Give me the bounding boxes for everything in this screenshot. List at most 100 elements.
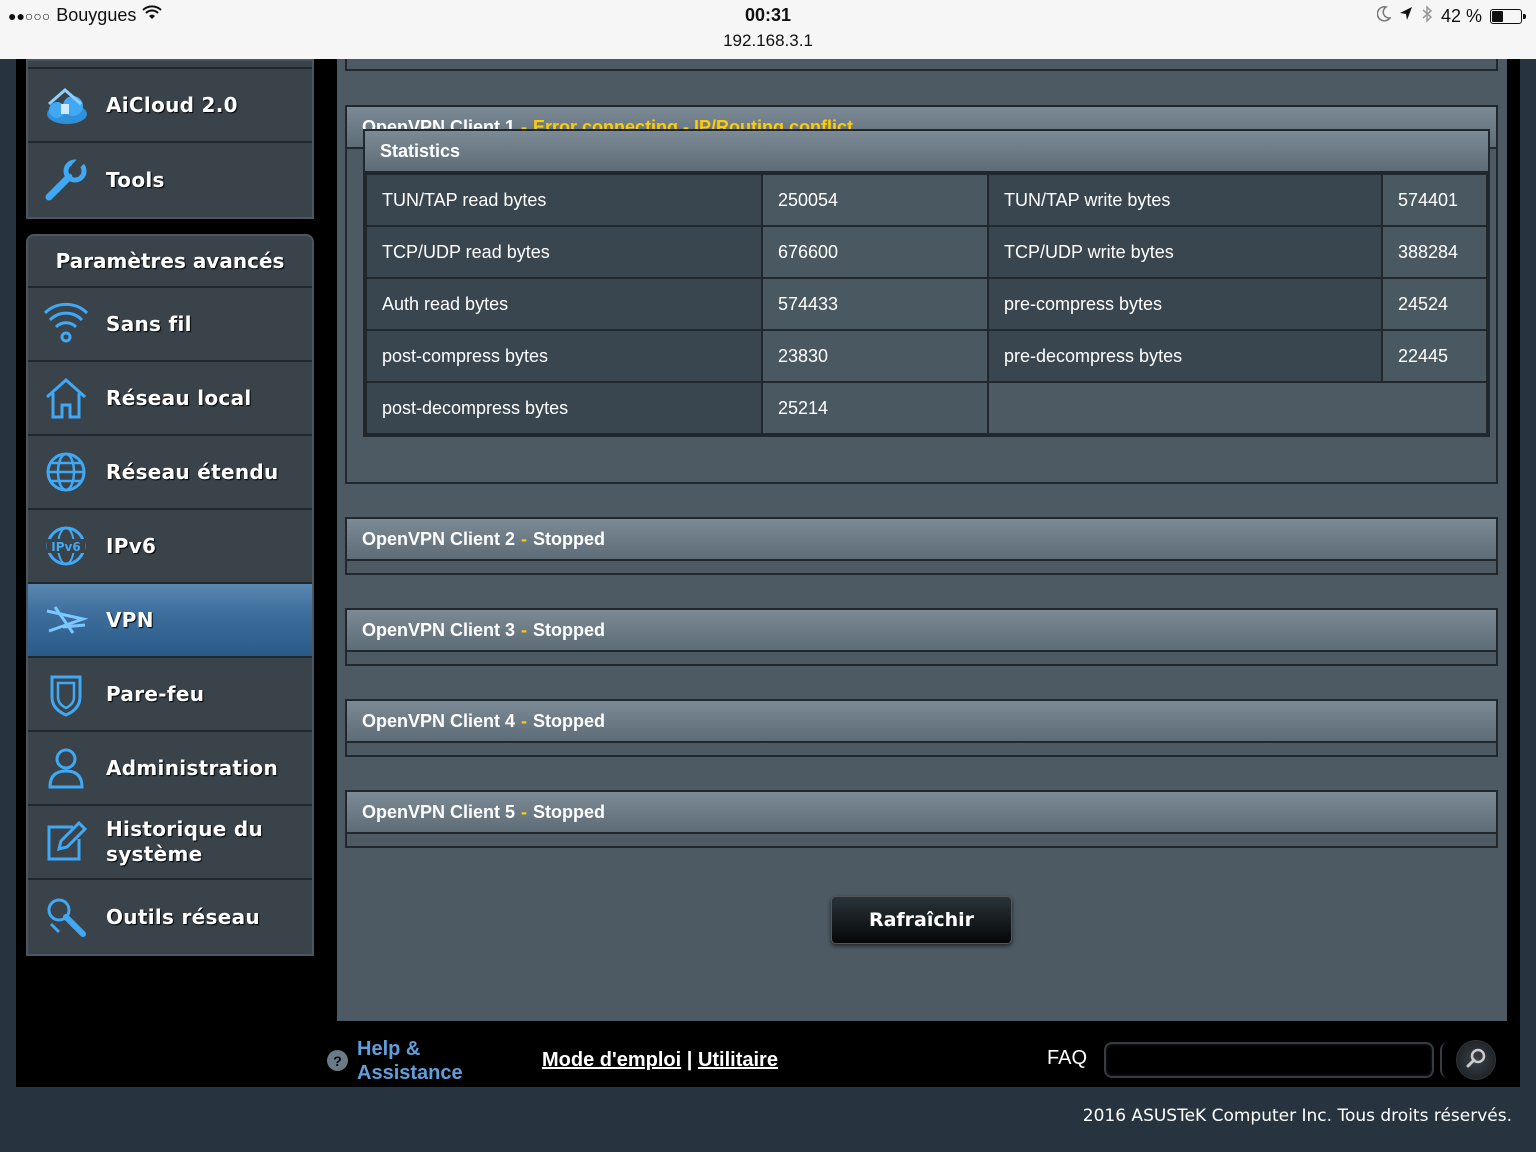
stat-value: 22445 xyxy=(1381,329,1488,383)
stat-value: 250054 xyxy=(761,173,989,227)
sidebar-item-wireless[interactable]: Sans fil xyxy=(28,288,312,362)
statistics-row: TCP/UDP read bytes 676600 TCP/UDP write by… xyxy=(365,225,1488,279)
previous-section-bottom xyxy=(345,59,1498,71)
stat-label: post-decompress bytes xyxy=(365,381,763,435)
bluetooth-icon xyxy=(1421,5,1433,28)
content-panel: OpenVPN Client 1 - Error connecting - IP… xyxy=(337,59,1507,1021)
stat-label: pre-compress bytes xyxy=(987,277,1383,331)
globe-icon xyxy=(40,446,92,498)
client-header[interactable]: OpenVPN Client 5 - Stopped xyxy=(347,792,1496,834)
refresh-button[interactable]: Rafraîchir xyxy=(831,896,1012,944)
faq-label: FAQ xyxy=(1047,1047,1088,1069)
utility-link[interactable]: Utilitaire xyxy=(698,1049,778,1071)
openvpn-client-3: OpenVPN Client 3 - Stopped xyxy=(345,608,1498,666)
status-right: 42 % xyxy=(1376,5,1526,28)
status-separator: - xyxy=(521,710,528,731)
stat-label: post-compress bytes xyxy=(365,329,763,383)
battery-icon xyxy=(1490,9,1526,24)
sidebar-section-title: Paramètres avancés xyxy=(28,236,312,288)
sidebar-item-network-tools[interactable]: Outils réseau xyxy=(28,880,312,954)
sidebar-item-label: Tools xyxy=(106,167,165,192)
sidebar-item-label: Réseau étendu xyxy=(106,459,279,484)
client-header[interactable]: OpenVPN Client 3 - Stopped xyxy=(347,610,1496,652)
sidebar-item-system-log[interactable]: Historique du système xyxy=(28,806,312,880)
client-status: Stopped xyxy=(533,528,606,549)
client-header[interactable]: OpenVPN Client 4 - Stopped xyxy=(347,701,1496,743)
sidebar-advanced-menu: Paramètres avancés Sans fil Réseau local… xyxy=(26,234,314,956)
stat-value: 24524 xyxy=(1381,277,1488,331)
sidebar-item-label: Historique du système xyxy=(106,817,264,866)
battery-level-fill xyxy=(1492,11,1503,22)
stat-label: TCP/UDP read bytes xyxy=(365,225,763,279)
client-name: OpenVPN Client 5 xyxy=(362,801,516,822)
ipv6-globe-icon: IPv6 xyxy=(40,520,92,572)
client-name: OpenVPN Client 4 xyxy=(362,710,516,731)
statistics-row: TUN/TAP read bytes 250054 TUN/TAP write by… xyxy=(365,173,1488,227)
address-bar[interactable]: 192.168.3.1 xyxy=(0,31,1536,51)
client-status: Stopped xyxy=(533,801,606,822)
manual-link[interactable]: Mode d'emploi xyxy=(542,1049,681,1071)
statistics-row: post-compress bytes 23830 pre-decompress b… xyxy=(365,329,1488,383)
wrench-icon xyxy=(40,154,92,206)
stat-label: TUN/TAP write bytes xyxy=(987,173,1383,227)
openvpn-client-5: OpenVPN Client 5 - Stopped xyxy=(345,790,1498,848)
battery-percent: 42 % xyxy=(1440,6,1482,26)
client-header[interactable]: OpenVPN Client 2 - Stopped xyxy=(347,519,1496,561)
openvpn-client-1: OpenVPN Client 1 - Error connecting - IP… xyxy=(345,105,1498,484)
client-status: Stopped xyxy=(533,710,606,731)
stat-value: 574401 xyxy=(1381,173,1488,227)
vpn-icon xyxy=(40,594,92,646)
svg-text:IPv6: IPv6 xyxy=(51,540,80,554)
sidebar-item-vpn[interactable]: VPN xyxy=(28,584,312,658)
home-icon xyxy=(40,372,92,424)
stat-label: TUN/TAP read bytes xyxy=(365,173,763,227)
stat-label: TCP/UDP write bytes xyxy=(987,225,1383,279)
sidebar-item-label: Sans fil xyxy=(106,311,192,336)
ios-status-bar: ●●○○○ Bouygues 00:31 192.168.3.1 42 % xyxy=(0,0,1536,59)
client-name: OpenVPN Client 3 xyxy=(362,619,516,640)
faq-search-input[interactable] xyxy=(1104,1042,1434,1078)
sidebar-item-label: IPv6 xyxy=(106,533,157,558)
status-separator: - xyxy=(521,619,528,640)
help-question-icon: ? xyxy=(327,1050,348,1071)
clock: 00:31 xyxy=(744,5,792,25)
sidebar-item-ipv6[interactable]: IPv6 IPv6 xyxy=(28,510,312,584)
search-icon xyxy=(1465,1047,1487,1074)
copyright-text: 2016 ASUSTeK Computer Inc. Tous droits r… xyxy=(1082,1106,1512,1126)
help-assistance-link[interactable]: Help & Assistance xyxy=(357,1037,507,1085)
client-name: OpenVPN Client 2 xyxy=(362,528,516,549)
statistics-panel: Statistics TUN/TAP read bytes 250054 TUN/T… xyxy=(363,129,1490,437)
network-tools-icon xyxy=(40,891,92,943)
shield-icon xyxy=(40,668,92,720)
sidebar-item-aicloud[interactable]: AiCloud 2.0 xyxy=(28,69,312,143)
sidebar-item-administration[interactable]: Administration xyxy=(28,732,312,806)
sidebar-item-label: Réseau local xyxy=(106,385,252,410)
stat-value: 25214 xyxy=(761,381,989,435)
sidebar-item-label: AiCloud 2.0 xyxy=(106,92,238,117)
sidebar-item-label: VPN xyxy=(106,607,154,632)
moon-icon xyxy=(1376,6,1392,27)
sidebar-item-tools[interactable]: Tools xyxy=(28,143,312,217)
footer-links: Mode d'emploi | Utilitaire xyxy=(542,1049,778,1072)
stat-value: 23830 xyxy=(761,329,989,383)
stat-value: 574433 xyxy=(761,277,989,331)
openvpn-client-2: OpenVPN Client 2 - Stopped xyxy=(345,517,1498,575)
empty-cell xyxy=(987,381,1488,435)
sidebar-item-lan[interactable]: Réseau local xyxy=(28,362,312,436)
statistics-title: Statistics xyxy=(365,131,1488,173)
stat-value: 388284 xyxy=(1381,225,1488,279)
wifi-icon xyxy=(40,298,92,350)
stat-value: 676600 xyxy=(761,225,989,279)
faq-search-input-edge xyxy=(1440,1042,1448,1078)
user-icon xyxy=(40,742,92,794)
search-button[interactable] xyxy=(1456,1040,1496,1080)
location-arrow-icon xyxy=(1399,6,1413,27)
sidebar-item-wan[interactable]: Réseau étendu xyxy=(28,436,312,510)
sidebar-item-firewall[interactable]: Pare-feu xyxy=(28,658,312,732)
statistics-table: TUN/TAP read bytes 250054 TUN/TAP write by… xyxy=(365,173,1488,435)
cloud-home-icon xyxy=(40,79,92,131)
sidebar-item-label: Pare-feu xyxy=(106,681,205,706)
statistics-row: post-decompress bytes 25214 xyxy=(365,381,1488,435)
stat-label: Auth read bytes xyxy=(365,277,763,331)
footer-link-divider: | xyxy=(686,1049,693,1071)
